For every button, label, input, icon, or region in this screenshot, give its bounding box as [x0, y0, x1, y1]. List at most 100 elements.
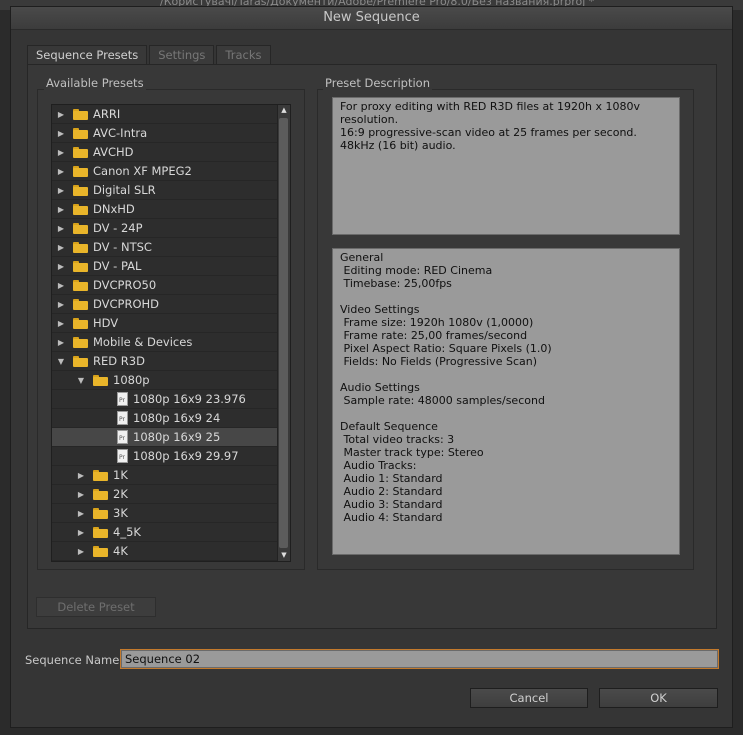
scrollbar-thumb[interactable] [279, 118, 288, 548]
disclosure-collapsed-icon[interactable]: ▶ [56, 314, 66, 333]
disclosure-collapsed-icon[interactable]: ▶ [56, 238, 66, 257]
disclosure-collapsed-icon[interactable]: ▶ [56, 295, 66, 314]
folder-icon [73, 299, 88, 310]
folder-icon [93, 489, 108, 500]
premiere-preset-file-icon: Pr [117, 392, 128, 406]
disclosure-collapsed-icon[interactable]: ▶ [56, 257, 66, 276]
preset-description-label: Preset Description [323, 76, 433, 90]
cancel-button[interactable]: Cancel [470, 688, 588, 708]
preset-folder[interactable]: ▶ 4K [52, 542, 278, 561]
preset-details-text: General Editing mode: RED Cinema Timebas… [332, 248, 680, 555]
preset-folder[interactable]: ▶ Mobile & Devices [52, 333, 278, 352]
disclosure-expanded-icon[interactable]: ▼ [76, 371, 86, 390]
tab-sequence-presets[interactable]: Sequence Presets [27, 45, 148, 66]
folder-icon [73, 204, 88, 215]
preset-folder[interactable]: ▶ DV - NTSC [52, 238, 278, 257]
preset-folder[interactable]: ▶ ARRI [52, 105, 278, 124]
disclosure-collapsed-icon[interactable]: ▶ [56, 143, 66, 162]
disclosure-collapsed-icon[interactable]: ▶ [56, 276, 66, 295]
folder-icon [73, 242, 88, 253]
scroll-up-arrow-icon[interactable]: ▲ [278, 105, 290, 116]
dialog-title: New Sequence [11, 7, 732, 30]
folder-icon [73, 356, 88, 367]
preset-item[interactable]: Pr 1080p 16x9 25 [52, 428, 278, 447]
disclosure-collapsed-icon[interactable]: ▶ [76, 504, 86, 523]
preset-label: RED R3D [93, 354, 145, 368]
disclosure-collapsed-icon[interactable]: ▶ [56, 105, 66, 124]
tab-settings[interactable]: Settings [149, 45, 215, 64]
preset-label: 2K [113, 487, 128, 501]
preset-folder[interactable]: ▶ 1K [52, 466, 278, 485]
preset-folder[interactable]: ▼ 1080p [52, 371, 278, 390]
folder-icon [73, 223, 88, 234]
scroll-down-arrow-icon[interactable]: ▼ [278, 550, 290, 561]
folder-icon [73, 280, 88, 291]
preset-folder[interactable]: ▶ DV - 24P [52, 219, 278, 238]
folder-icon [73, 109, 88, 120]
preset-label: DV - NTSC [93, 240, 152, 254]
preset-folder[interactable]: ▶ Digital SLR [52, 181, 278, 200]
preset-folder[interactable]: ▶ Canon XF MPEG2 [52, 162, 278, 181]
folder-icon [93, 546, 108, 557]
preset-folder[interactable]: ▶ 4_5K [52, 523, 278, 542]
disclosure-collapsed-icon[interactable]: ▶ [76, 485, 86, 504]
preset-label: AVC-Intra [93, 126, 148, 140]
preset-folder[interactable]: ▼ RED R3D [52, 352, 278, 371]
preset-folder[interactable]: ▶ AVCHD [52, 143, 278, 162]
new-sequence-dialog: New Sequence Sequence Presets Settings T… [10, 6, 733, 728]
ok-button[interactable]: OK [599, 688, 718, 708]
preset-folder[interactable]: ▶ AVC-Intra [52, 124, 278, 143]
preset-label: 1080p 16x9 29.97 [133, 449, 239, 463]
preset-label: DVCPRO50 [93, 278, 157, 292]
premiere-preset-file-icon: Pr [117, 449, 128, 463]
disclosure-collapsed-icon[interactable]: ▶ [56, 200, 66, 219]
sequence-name-input[interactable] [120, 649, 719, 669]
preset-label: DVCPROHD [93, 297, 160, 311]
preset-folder[interactable]: ▶ DNxHD [52, 200, 278, 219]
disclosure-collapsed-icon[interactable]: ▶ [76, 542, 86, 561]
disclosure-collapsed-icon[interactable]: ▶ [56, 124, 66, 143]
file-icon-text: Pr [119, 454, 125, 461]
preset-label: Canon XF MPEG2 [93, 164, 192, 178]
preset-label: 1K [113, 468, 128, 482]
disclosure-collapsed-icon[interactable]: ▶ [76, 466, 86, 485]
preset-item[interactable]: Pr 1080p 16x9 23.976 [52, 390, 278, 409]
presets-scrollbar[interactable]: ▲ ▼ [277, 105, 290, 561]
folder-icon [93, 527, 108, 538]
available-presets-label: Available Presets [44, 76, 146, 90]
disclosure-collapsed-icon[interactable]: ▶ [56, 219, 66, 238]
file-icon-text: Pr [119, 416, 125, 423]
disclosure-collapsed-icon[interactable]: ▶ [56, 181, 66, 200]
folder-icon [93, 470, 108, 481]
folder-icon [73, 337, 88, 348]
disclosure-collapsed-icon[interactable]: ▶ [76, 523, 86, 542]
preset-label: DV - 24P [93, 221, 143, 235]
preset-item[interactable]: Pr 1080p 16x9 29.97 [52, 447, 278, 466]
preset-label: 3K [113, 506, 128, 520]
disclosure-collapsed-icon[interactable]: ▶ [56, 333, 66, 352]
preset-folder[interactable]: ▶ 2K [52, 485, 278, 504]
preset-label: 1080p 16x9 23.976 [133, 392, 246, 406]
preset-folder[interactable]: ▶ DVCPROHD [52, 295, 278, 314]
preset-label: 4K [113, 544, 128, 558]
preset-folder[interactable]: ▶ DVCPRO50 [52, 276, 278, 295]
file-icon-text: Pr [119, 435, 125, 442]
disclosure-collapsed-icon[interactable]: ▶ [56, 162, 66, 181]
sequence-name-label: Sequence Name: [25, 653, 124, 667]
preset-label: DV - PAL [93, 259, 142, 273]
folder-icon [73, 261, 88, 272]
preset-folder[interactable]: ▶ HDV [52, 314, 278, 333]
preset-label: 1080p 16x9 24 [133, 411, 221, 425]
presets-tree[interactable]: ▶ 4K ▶ 4_5K ▶ 3K ▶ 2K ▶ 1K Pr 1080p 16x9 29.97 Pr 108… [51, 104, 291, 562]
preset-folder[interactable]: ▶ 3K [52, 504, 278, 523]
dialog-tabs: Sequence Presets Settings Tracks [27, 45, 273, 66]
tab-tracks[interactable]: Tracks [216, 45, 271, 64]
preset-item[interactable]: Pr 1080p 16x9 24 [52, 409, 278, 428]
delete-preset-button[interactable]: Delete Preset [36, 597, 156, 617]
preset-label: AVCHD [93, 145, 134, 159]
premiere-preset-file-icon: Pr [117, 430, 128, 444]
disclosure-expanded-icon[interactable]: ▼ [56, 352, 66, 371]
preset-folder[interactable]: ▶ DV - PAL [52, 257, 278, 276]
preset-label: 1080p [113, 373, 150, 387]
preset-label: ARRI [93, 107, 121, 121]
